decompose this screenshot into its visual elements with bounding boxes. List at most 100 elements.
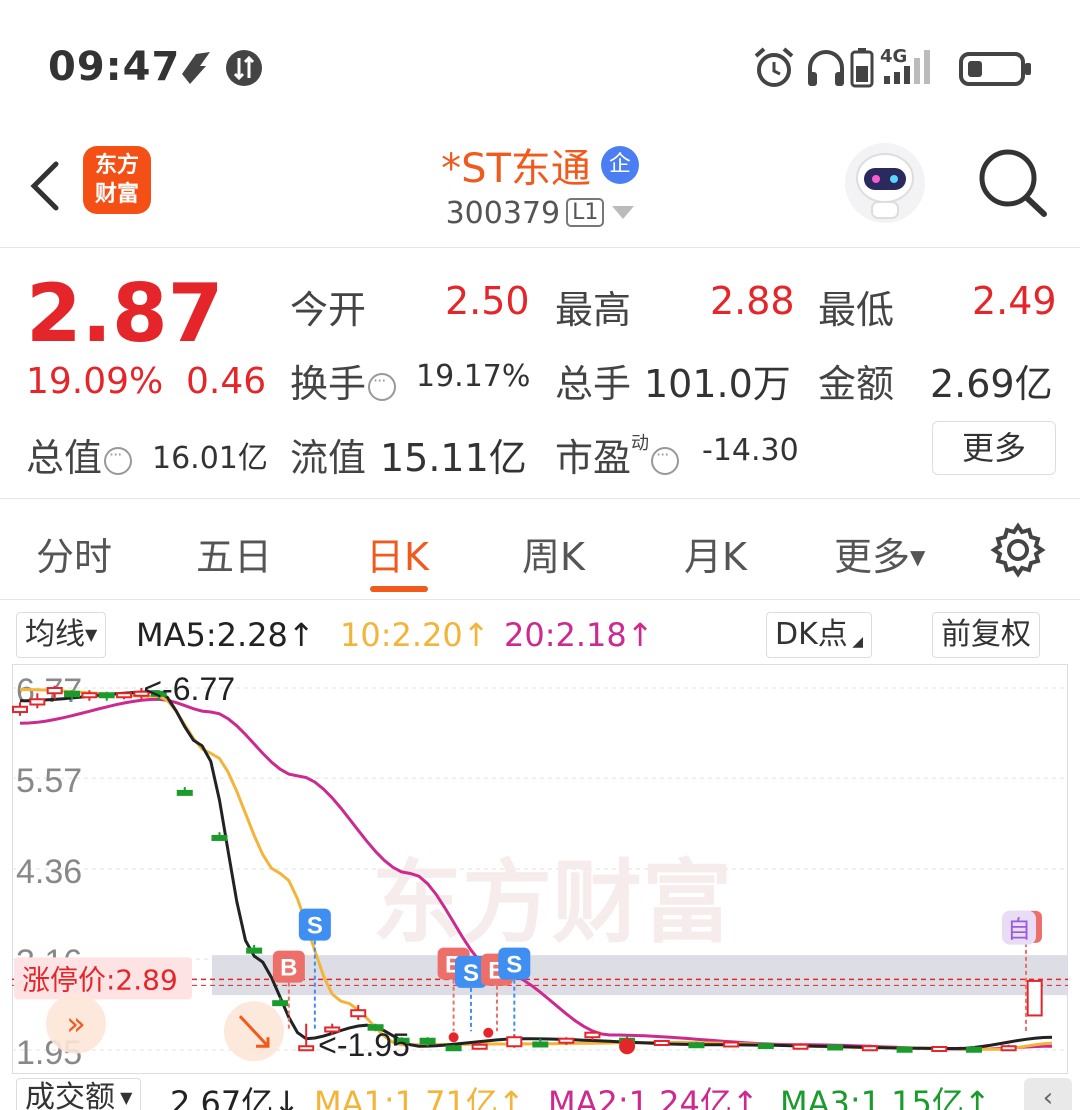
limit-up-label: 涨停价:2.89 (22, 963, 178, 996)
watermark: 东方财富 (372, 851, 732, 956)
open-value: 2.50 (445, 279, 530, 323)
candle-body (98, 692, 115, 699)
dk-point-button[interactable]: DK点 ◢ (766, 612, 872, 658)
low-label: 最低 (818, 288, 895, 332)
ma20-value: 20:2.18↑ (504, 616, 654, 654)
candle-body (1026, 979, 1043, 1017)
candle-body (116, 692, 133, 699)
battery-saver-icon (850, 48, 874, 88)
y-tick-label: 5.57 (16, 762, 82, 800)
event-dot (448, 1032, 459, 1043)
candle-body (532, 1041, 549, 1048)
search-icon[interactable] (974, 142, 1050, 222)
battery-icon (959, 52, 1031, 86)
candle-body (506, 1036, 523, 1048)
data-transfer-icon (226, 50, 262, 86)
change-percent: 19.09% (26, 361, 164, 402)
y-tick-label: 4.36 (16, 853, 82, 891)
period-tabs: 分时 五日 日K 周K 月K 更多▼ (0, 500, 1080, 600)
self-select-tag: 自 (1007, 916, 1031, 944)
candle-body (419, 1037, 436, 1045)
indicator-row: 均线▼ MA5:2.28↑ 10:2.20↑ 20:2.18↑ DK点 ◢ 前复… (0, 608, 1080, 662)
headphones-icon (808, 50, 844, 86)
status-time: 09:47 (48, 44, 181, 90)
adjust-button[interactable]: 前复权 (932, 612, 1040, 658)
ma10-value: 10:2.20↑ (340, 616, 490, 654)
level-badge: L1 (566, 198, 605, 227)
stock-header: 东方 财富 *ST东通 企 300379 L1 (0, 130, 1080, 248)
candlestick-chart[interactable]: 6.775.574.363.161.95东方财富涨停价:2.89<-6.77<-… (12, 664, 1068, 1074)
info-icon[interactable] (651, 445, 680, 475)
tab-five-day[interactable]: 五日 (196, 526, 272, 581)
candle-body (653, 1039, 670, 1046)
ai-assistant-robot-icon[interactable] (844, 142, 926, 224)
candle-body (471, 1043, 488, 1050)
float-cap-label: 流值 (290, 436, 367, 480)
market-cap-label: 总值 (26, 427, 133, 482)
info-icon[interactable] (104, 445, 133, 475)
tab-daily-k[interactable]: 日K (366, 526, 429, 581)
turnover-label: 换手 (290, 353, 397, 408)
settings-gear-icon[interactable] (990, 522, 1046, 578)
candle-body (584, 1031, 601, 1039)
pe-dynamic-sup: 动 (631, 433, 650, 454)
enterprise-badge: 企 (600, 146, 639, 184)
ma5-value: MA5:2.28↑ (136, 616, 315, 654)
dropdown-icon (612, 206, 635, 219)
volume-ma3: MA3:1.15亿↑ (780, 1084, 991, 1110)
candle-body (176, 789, 193, 796)
change-amount: 0.46 (186, 361, 267, 402)
candle-body (211, 834, 228, 841)
candle-body (558, 1037, 575, 1044)
volume-selector[interactable]: 成交额 ▼ (16, 1078, 142, 1110)
high-label: 最高 (555, 288, 632, 332)
candle-body (965, 1046, 982, 1053)
candle-body (272, 1000, 289, 1007)
candle-body (350, 1009, 367, 1018)
candle-body (827, 1044, 844, 1051)
candle-body (12, 705, 28, 714)
active-tab-indicator (370, 586, 428, 592)
event-dot (483, 1027, 494, 1038)
app-notification-icon (182, 52, 210, 84)
tab-intraday[interactable]: 分时 (36, 526, 112, 581)
market-cap-value: 16.01亿 (152, 441, 268, 476)
high-value: 2.88 (710, 279, 795, 323)
volume-indicator-row: 成交额 ▼ 2.67亿↓ MA1:1.71亿↑ MA2:1.24亿↑ MA3:1… (0, 1074, 1080, 1110)
candle-body (896, 1046, 913, 1053)
pe-label: 市盈动 (555, 427, 680, 482)
quote-panel: 2.87 19.09% 0.46 总值 16.01亿 今开 2.50 最高 2.… (0, 249, 1080, 499)
volume-ma2: MA2:1.24亿↑ (548, 1084, 759, 1110)
candle-body (298, 1045, 315, 1052)
tab-weekly-k[interactable]: 周K (522, 526, 585, 581)
turnover-value: 19.17% (416, 359, 531, 394)
resistance-zone (212, 955, 1068, 996)
collapse-panel-button[interactable]: ‹ (1024, 1078, 1072, 1110)
candle-body (64, 690, 81, 698)
tab-monthly-k[interactable]: 月K (684, 526, 747, 581)
alarm-icon (754, 47, 794, 87)
amount-value: 2.69亿 (930, 362, 1053, 406)
double-arrow-icon: » (66, 1005, 86, 1043)
status-bar: 09:47 4G (0, 0, 1080, 130)
stock-name: *ST东通 (441, 146, 591, 192)
tab-more[interactable]: 更多▼ (834, 526, 925, 581)
candle-body (1000, 1045, 1017, 1052)
max-price-marker: <-6.77 (143, 671, 235, 707)
volume-total: 2.67亿↓ (170, 1084, 301, 1110)
more-quote-button[interactable]: 更多 (932, 421, 1056, 475)
candle-body (46, 687, 63, 695)
candle-body (29, 698, 46, 706)
candle-body (861, 1045, 878, 1052)
info-icon[interactable] (368, 371, 397, 401)
volume-label: 总手 (555, 362, 632, 406)
ma-selector[interactable]: 均线▼ (16, 612, 107, 658)
signal-label: S (463, 960, 479, 987)
candle-body (445, 1045, 462, 1052)
candle-body (792, 1043, 809, 1050)
dropdown-icon: ▼ (910, 545, 926, 569)
float-cap-value: 15.11亿 (380, 436, 527, 480)
signal-label: S (506, 952, 522, 979)
candle-body (931, 1045, 948, 1052)
open-label: 今开 (290, 288, 367, 332)
